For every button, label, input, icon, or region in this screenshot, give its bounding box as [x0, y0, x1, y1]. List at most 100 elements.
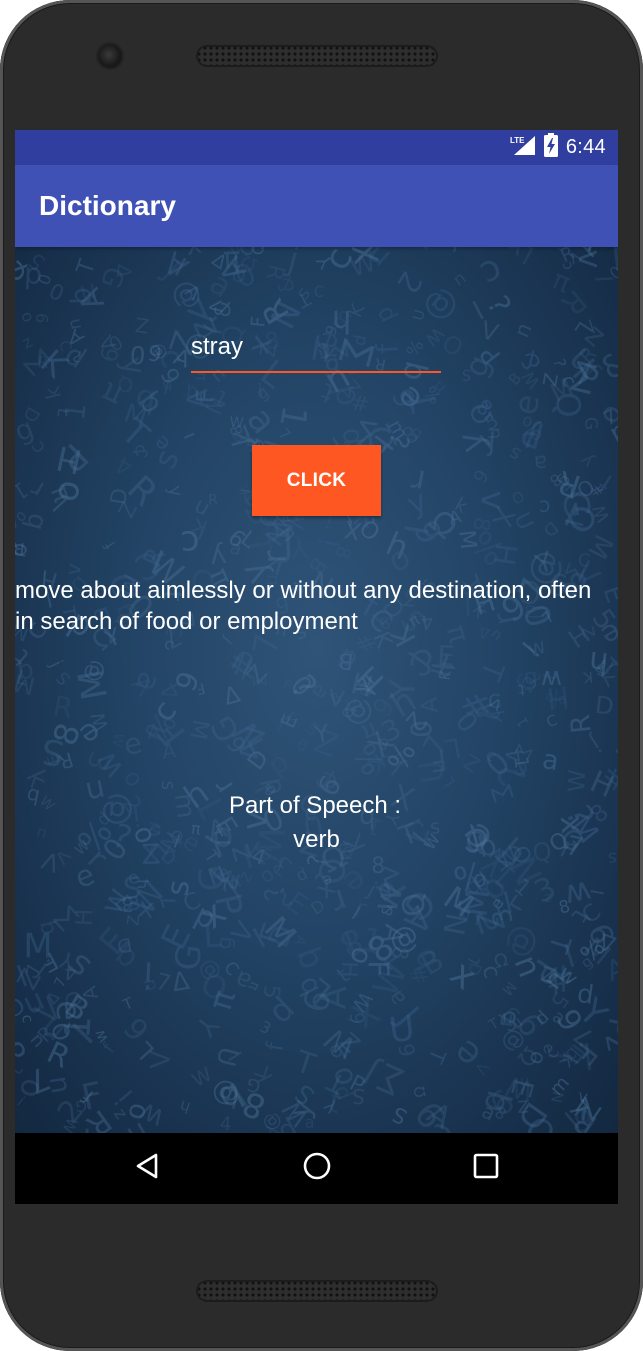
svg-text:F: F	[361, 960, 394, 976]
svg-text:y: y	[402, 483, 432, 522]
svg-text:i: i	[313, 536, 347, 550]
svg-text:u: u	[450, 269, 471, 292]
svg-text:h: h	[429, 376, 451, 398]
svg-text:0: 0	[295, 734, 312, 754]
svg-text:o: o	[383, 537, 415, 580]
svg-text:u: u	[480, 427, 504, 440]
word-input[interactable]	[191, 327, 441, 373]
svg-text:M: M	[71, 666, 117, 703]
svg-text:LTE: LTE	[510, 136, 525, 145]
svg-text:M: M	[15, 668, 38, 701]
svg-text:z: z	[19, 332, 36, 353]
svg-text:%: %	[15, 499, 31, 535]
svg-text:T: T	[290, 1044, 320, 1083]
svg-text:S: S	[389, 1102, 411, 1129]
recents-button[interactable]	[446, 1133, 526, 1204]
navigation-bar	[15, 1133, 618, 1204]
svg-text:b: b	[289, 942, 332, 974]
svg-text:V: V	[146, 1050, 177, 1069]
svg-text:L: L	[569, 317, 597, 341]
svg-text:1: 1	[514, 714, 532, 730]
svg-text:Z: Z	[133, 312, 150, 338]
svg-text:p: p	[369, 302, 401, 327]
svg-text:f: f	[99, 1039, 120, 1057]
svg-text:j: j	[585, 730, 606, 757]
svg-text:C: C	[539, 497, 550, 515]
svg-text:h: h	[177, 1096, 192, 1117]
svg-text:Y: Y	[189, 1009, 225, 1042]
status-icons: LTE 6:44	[510, 130, 606, 165]
svg-text:X: X	[342, 515, 364, 546]
svg-text:Q: Q	[548, 391, 587, 418]
svg-text:n: n	[15, 697, 17, 726]
svg-text:c: c	[474, 249, 510, 295]
svg-text:K: K	[250, 1061, 279, 1086]
svg-text:6: 6	[468, 465, 492, 486]
svg-text:9: 9	[393, 1042, 419, 1059]
svg-text:3: 3	[529, 870, 562, 911]
svg-text:D: D	[594, 691, 616, 721]
svg-text:j: j	[441, 247, 460, 254]
svg-text:y: y	[484, 706, 512, 725]
svg-text:R: R	[208, 492, 218, 508]
svg-text:w: w	[541, 664, 563, 694]
svg-text:f: f	[261, 1040, 290, 1053]
svg-text:z: z	[611, 727, 618, 765]
svg-text:3: 3	[257, 1018, 274, 1039]
svg-text:u: u	[512, 320, 539, 342]
svg-text:C: C	[577, 551, 592, 572]
svg-text:g: g	[212, 936, 237, 950]
svg-text:S: S	[158, 780, 175, 790]
svg-text:p: p	[294, 866, 311, 888]
svg-text:2: 2	[390, 265, 429, 299]
svg-text:v: v	[474, 490, 513, 510]
clock: 6:44	[565, 136, 606, 158]
svg-text:8: 8	[371, 853, 385, 879]
svg-text:G: G	[581, 417, 601, 431]
svg-text:u: u	[135, 977, 161, 993]
svg-text:g: g	[523, 665, 539, 691]
definition-text: move about aimlessly or without any dest…	[15, 577, 592, 635]
click-button[interactable]: CLICK	[252, 445, 381, 516]
part-of-speech-value: verb	[293, 826, 340, 853]
part-of-speech-label: Part of Speech :	[228, 792, 402, 819]
svg-text:Ω: Ω	[411, 1085, 430, 1099]
svg-text:1: 1	[271, 402, 314, 431]
svg-text:T: T	[120, 995, 137, 1015]
home-button[interactable]	[277, 1133, 357, 1204]
letter-pattern-background: xrλPkΔπlSLQ6TΩfra?dλ%C0%Jl2qπΩRGeiOaFD0#…	[15, 247, 618, 1133]
app-title: Dictionary	[39, 190, 176, 221]
main-content: xrλPkΔπlSLQ6TΩfra?dλ%C0%Jl2qπΩRGeiOaFD0#…	[15, 247, 618, 1133]
svg-text:a: a	[540, 745, 561, 777]
svg-text:Δ: Δ	[221, 681, 243, 711]
app-bar: Dictionary	[15, 165, 618, 247]
svg-text:1: 1	[58, 401, 93, 422]
phone-frame: LTE 6:44 Dictionary xrλPkΔπlSLQ6TΩfra?dλ…	[0, 0, 643, 1351]
svg-text:K: K	[403, 247, 444, 257]
svg-text:e: e	[15, 904, 22, 930]
svg-text:q: q	[162, 374, 173, 393]
svg-text:T: T	[473, 656, 511, 686]
svg-text:N: N	[547, 1090, 567, 1105]
svg-text:Y: Y	[382, 678, 423, 702]
svg-text:S: S	[52, 668, 74, 689]
front-camera	[98, 44, 122, 68]
svg-text:j: j	[45, 657, 66, 671]
earpiece-speaker	[196, 45, 438, 67]
back-button[interactable]	[107, 1133, 187, 1204]
svg-text:k: k	[40, 383, 66, 401]
svg-text:0: 0	[404, 720, 437, 739]
recents-icon	[473, 1153, 499, 1184]
lte-signal-icon: LTE	[510, 134, 536, 161]
svg-text:M: M	[453, 529, 481, 551]
home-icon	[302, 1151, 332, 1186]
svg-text:6: 6	[32, 312, 52, 324]
svg-text:y: y	[164, 484, 187, 499]
device-screen: LTE 6:44 Dictionary xrλPkΔπlSLQ6TΩfra?dλ…	[15, 130, 618, 1204]
svg-text:π: π	[96, 374, 127, 413]
status-bar: LTE 6:44	[15, 130, 618, 165]
svg-text:w: w	[525, 634, 550, 663]
svg-text:4: 4	[576, 247, 596, 259]
svg-text:H: H	[487, 541, 524, 567]
svg-text:4: 4	[112, 450, 137, 482]
